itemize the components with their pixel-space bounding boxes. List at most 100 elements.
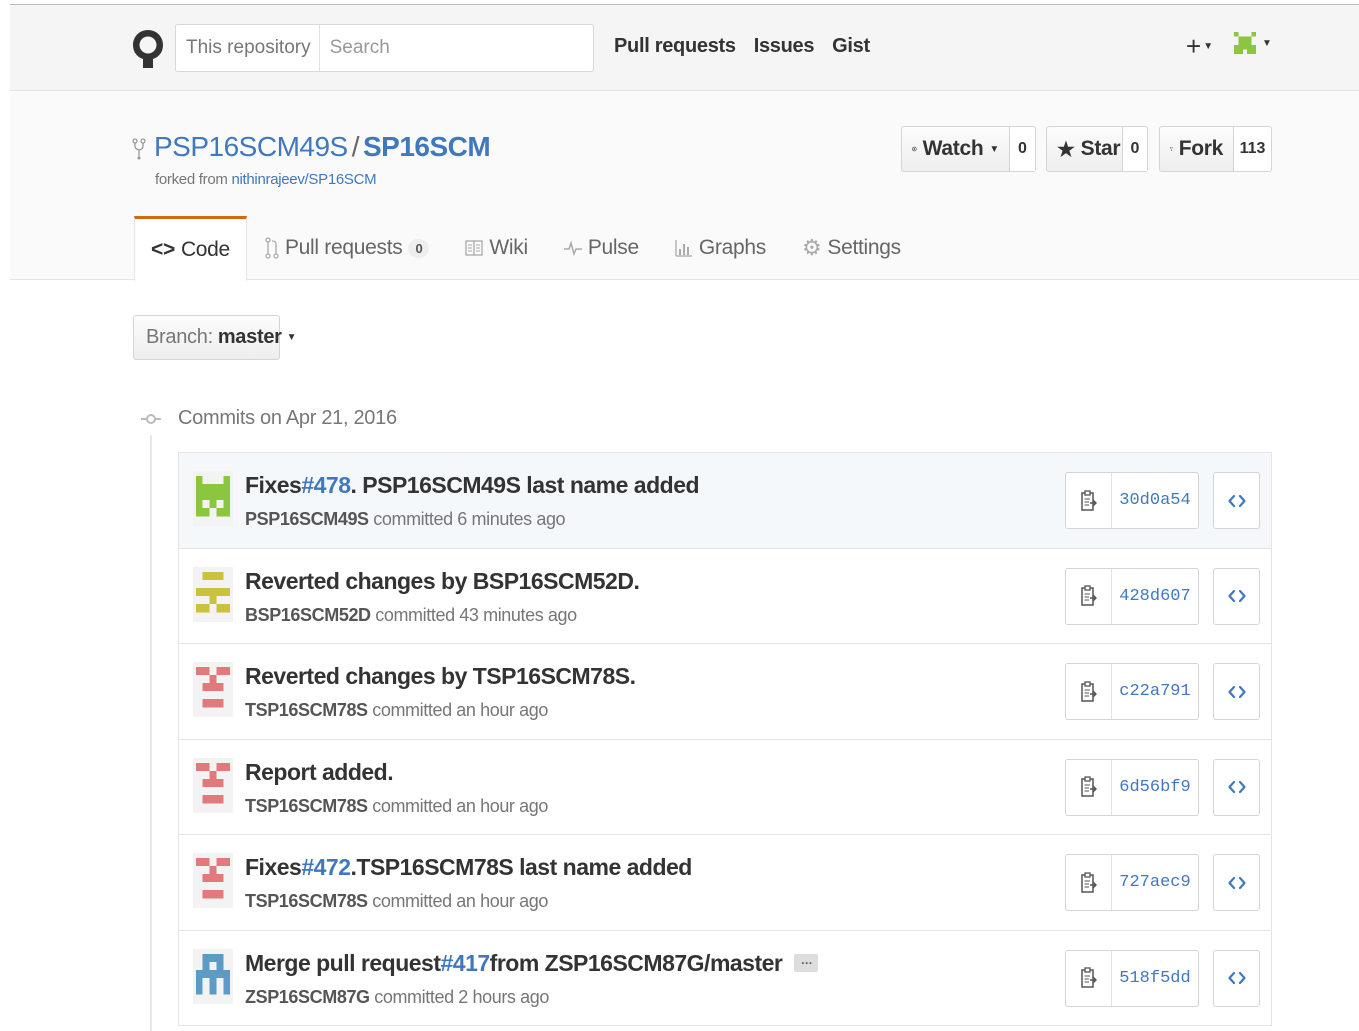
user-menu-button[interactable]: ▼ (1234, 32, 1272, 54)
copy-sha-button[interactable] (1066, 568, 1112, 624)
commit-list: Fixes #478. PSP16SCM49S last name added P… (178, 452, 1272, 1026)
create-new-button[interactable]: + ▼ (1186, 31, 1213, 62)
tab-code[interactable]: <> Code (134, 216, 247, 281)
commit-author-link[interactable]: BSP16SCM52D (245, 605, 371, 625)
caret-down-icon: ▼ (1262, 37, 1272, 49)
commit-meta: TSP16SCM78S committed an hour ago (245, 700, 548, 720)
nav-issues[interactable]: Issues (754, 35, 815, 58)
repo-tabs: <> Code Pull requests 0 Wiki Pulse Graph… (134, 216, 919, 281)
github-logo-icon[interactable] (130, 24, 166, 72)
repo-separator: / (351, 131, 360, 162)
code-icon (1227, 971, 1246, 985)
copy-sha-button[interactable] (1066, 664, 1112, 719)
commit-sha-link[interactable]: c22a791 (1112, 664, 1198, 719)
commit-row: Reverted changes by BSP16SCM52D. BSP16SCM… (179, 548, 1271, 644)
commit-sha-link[interactable]: 727aec9 (1112, 855, 1198, 910)
commit-sha-link[interactable]: 428d607 (1112, 569, 1198, 624)
fork-button[interactable]: Fork (1159, 126, 1234, 172)
commit-author-avatar[interactable] (193, 757, 233, 813)
tab-wiki[interactable]: Wiki (447, 216, 545, 280)
tab-pull-requests[interactable]: Pull requests 0 (247, 216, 447, 280)
branch-select-button[interactable]: Branch: master ▼ (133, 315, 297, 360)
watch-count[interactable]: 0 (1010, 126, 1036, 172)
site-header: This repository Pull requests Issues Gis… (10, 5, 1359, 91)
search-input[interactable] (319, 25, 593, 71)
commit-author-link[interactable]: ZSP16SCM87G (245, 987, 370, 1007)
forked-from-link[interactable]: nithinrajeev/SP16SCM (231, 171, 376, 188)
commit-row: Report added. TSP16SCM78S committed an ho… (179, 739, 1271, 835)
browse-files-button[interactable] (1213, 663, 1260, 720)
commit-author-avatar[interactable] (193, 471, 233, 526)
commit-author-avatar[interactable] (193, 948, 233, 1004)
commit-sha-group: 6d56bf9 (1065, 758, 1199, 816)
repo-header: PSP16SCM49S / SP16SCM forked from nithinra… (10, 91, 1359, 281)
expand-message-button[interactable]: … (794, 954, 819, 972)
commit-row: Fixes #472 .TSP16SCM78S last name added TS… (179, 835, 1271, 931)
browse-files-button[interactable] (1213, 854, 1260, 911)
commit-meta: BSP16SCM52D committed 43 minutes ago (245, 604, 577, 625)
repo-name-link[interactable]: SP16SCM (363, 131, 491, 162)
code-icon (1227, 494, 1246, 507)
star-button[interactable]: ★ Star (1046, 126, 1123, 172)
copy-sha-button[interactable] (1066, 759, 1112, 815)
commit-meta: PSP16SCM49S committed 6 minutes ago (245, 509, 566, 529)
tab-pulse[interactable]: Pulse (546, 216, 657, 280)
star-icon: ★ (1057, 138, 1075, 161)
browse-files-button[interactable] (1213, 949, 1260, 1007)
copy-sha-button[interactable] (1066, 855, 1112, 910)
issue-link[interactable]: #417 (440, 950, 490, 977)
commit-meta: TSP16SCM78S committed an hour ago (245, 795, 548, 816)
browse-files-button[interactable] (1213, 758, 1260, 816)
commit-author-link[interactable]: TSP16SCM78S (245, 891, 368, 911)
commit-author-avatar[interactable] (193, 853, 233, 908)
commit-time: 6 minutes ago (457, 509, 566, 529)
commit-group-title: Commits on Apr 21, 2016 (178, 407, 397, 429)
commit-message[interactable]: Fixes #472 .TSP16SCM78S last name added (245, 854, 692, 881)
caret-down-icon: ▼ (1203, 41, 1214, 52)
commit-sha-link[interactable]: 30d0a54 (1112, 473, 1198, 528)
commit-sha-link[interactable]: 518f5dd (1112, 951, 1198, 1006)
issue-link[interactable]: #472 (301, 854, 351, 881)
commit-sha-group: 727aec9 (1065, 854, 1199, 911)
repo-forked-icon (132, 138, 146, 160)
issue-link[interactable]: #478 (301, 472, 351, 499)
watch-button[interactable]: Watch ▼ (901, 126, 1010, 172)
commit-message[interactable]: Reverted changes by BSP16SCM52D. (245, 568, 640, 595)
nav-gist[interactable]: Gist (832, 35, 870, 58)
commit-meta: ZSP16SCM87G committed 2 hours ago (245, 986, 549, 1007)
commit-message[interactable]: Fixes #478. PSP16SCM49S last name added (245, 472, 700, 499)
clipboard-icon (1080, 680, 1097, 702)
commit-author-avatar[interactable] (193, 566, 233, 622)
star-group: ★ Star 0 (1046, 126, 1148, 172)
nav-pull-requests[interactable]: Pull requests (614, 35, 736, 58)
browse-files-button[interactable] (1213, 567, 1260, 625)
commit-author-link[interactable]: TSP16SCM78S (245, 796, 368, 816)
commit-icon (141, 414, 161, 424)
commit-message[interactable]: Merge pull request #417 from ZSP16SCM87G… (245, 950, 819, 977)
fork-count[interactable]: 113 (1234, 126, 1272, 172)
copy-sha-button[interactable] (1066, 473, 1112, 528)
commit-sha-group: 428d607 (1065, 567, 1199, 625)
browse-files-button[interactable] (1213, 472, 1260, 529)
code-icon (1227, 589, 1246, 603)
copy-sha-button[interactable] (1066, 950, 1112, 1006)
search-box: This repository (175, 24, 594, 72)
commit-time: an hour ago (456, 795, 548, 816)
commit-author-link[interactable]: PSP16SCM49S (245, 509, 369, 529)
star-count[interactable]: 0 (1123, 126, 1148, 172)
code-icon (1227, 685, 1246, 698)
code-icon (1227, 780, 1246, 794)
repo-owner-link[interactable]: PSP16SCM49S (154, 131, 348, 162)
search-scope-label: This repository (176, 25, 320, 71)
commit-time: an hour ago (456, 700, 548, 720)
commit-meta: TSP16SCM78S committed an hour ago (245, 891, 548, 911)
commit-author-link[interactable]: TSP16SCM78S (245, 700, 368, 720)
tab-settings[interactable]: ⚙ Settings (784, 216, 919, 280)
clipboard-icon (1080, 489, 1097, 511)
tab-graphs[interactable]: Graphs (657, 216, 784, 280)
commit-sha-link[interactable]: 6d56bf9 (1112, 760, 1198, 815)
commit-message[interactable]: Reverted changes by TSP16SCM78S. (245, 663, 636, 690)
commit-author-avatar[interactable] (193, 662, 233, 717)
commit-message[interactable]: Report added. (245, 759, 394, 786)
book-icon (465, 240, 484, 256)
